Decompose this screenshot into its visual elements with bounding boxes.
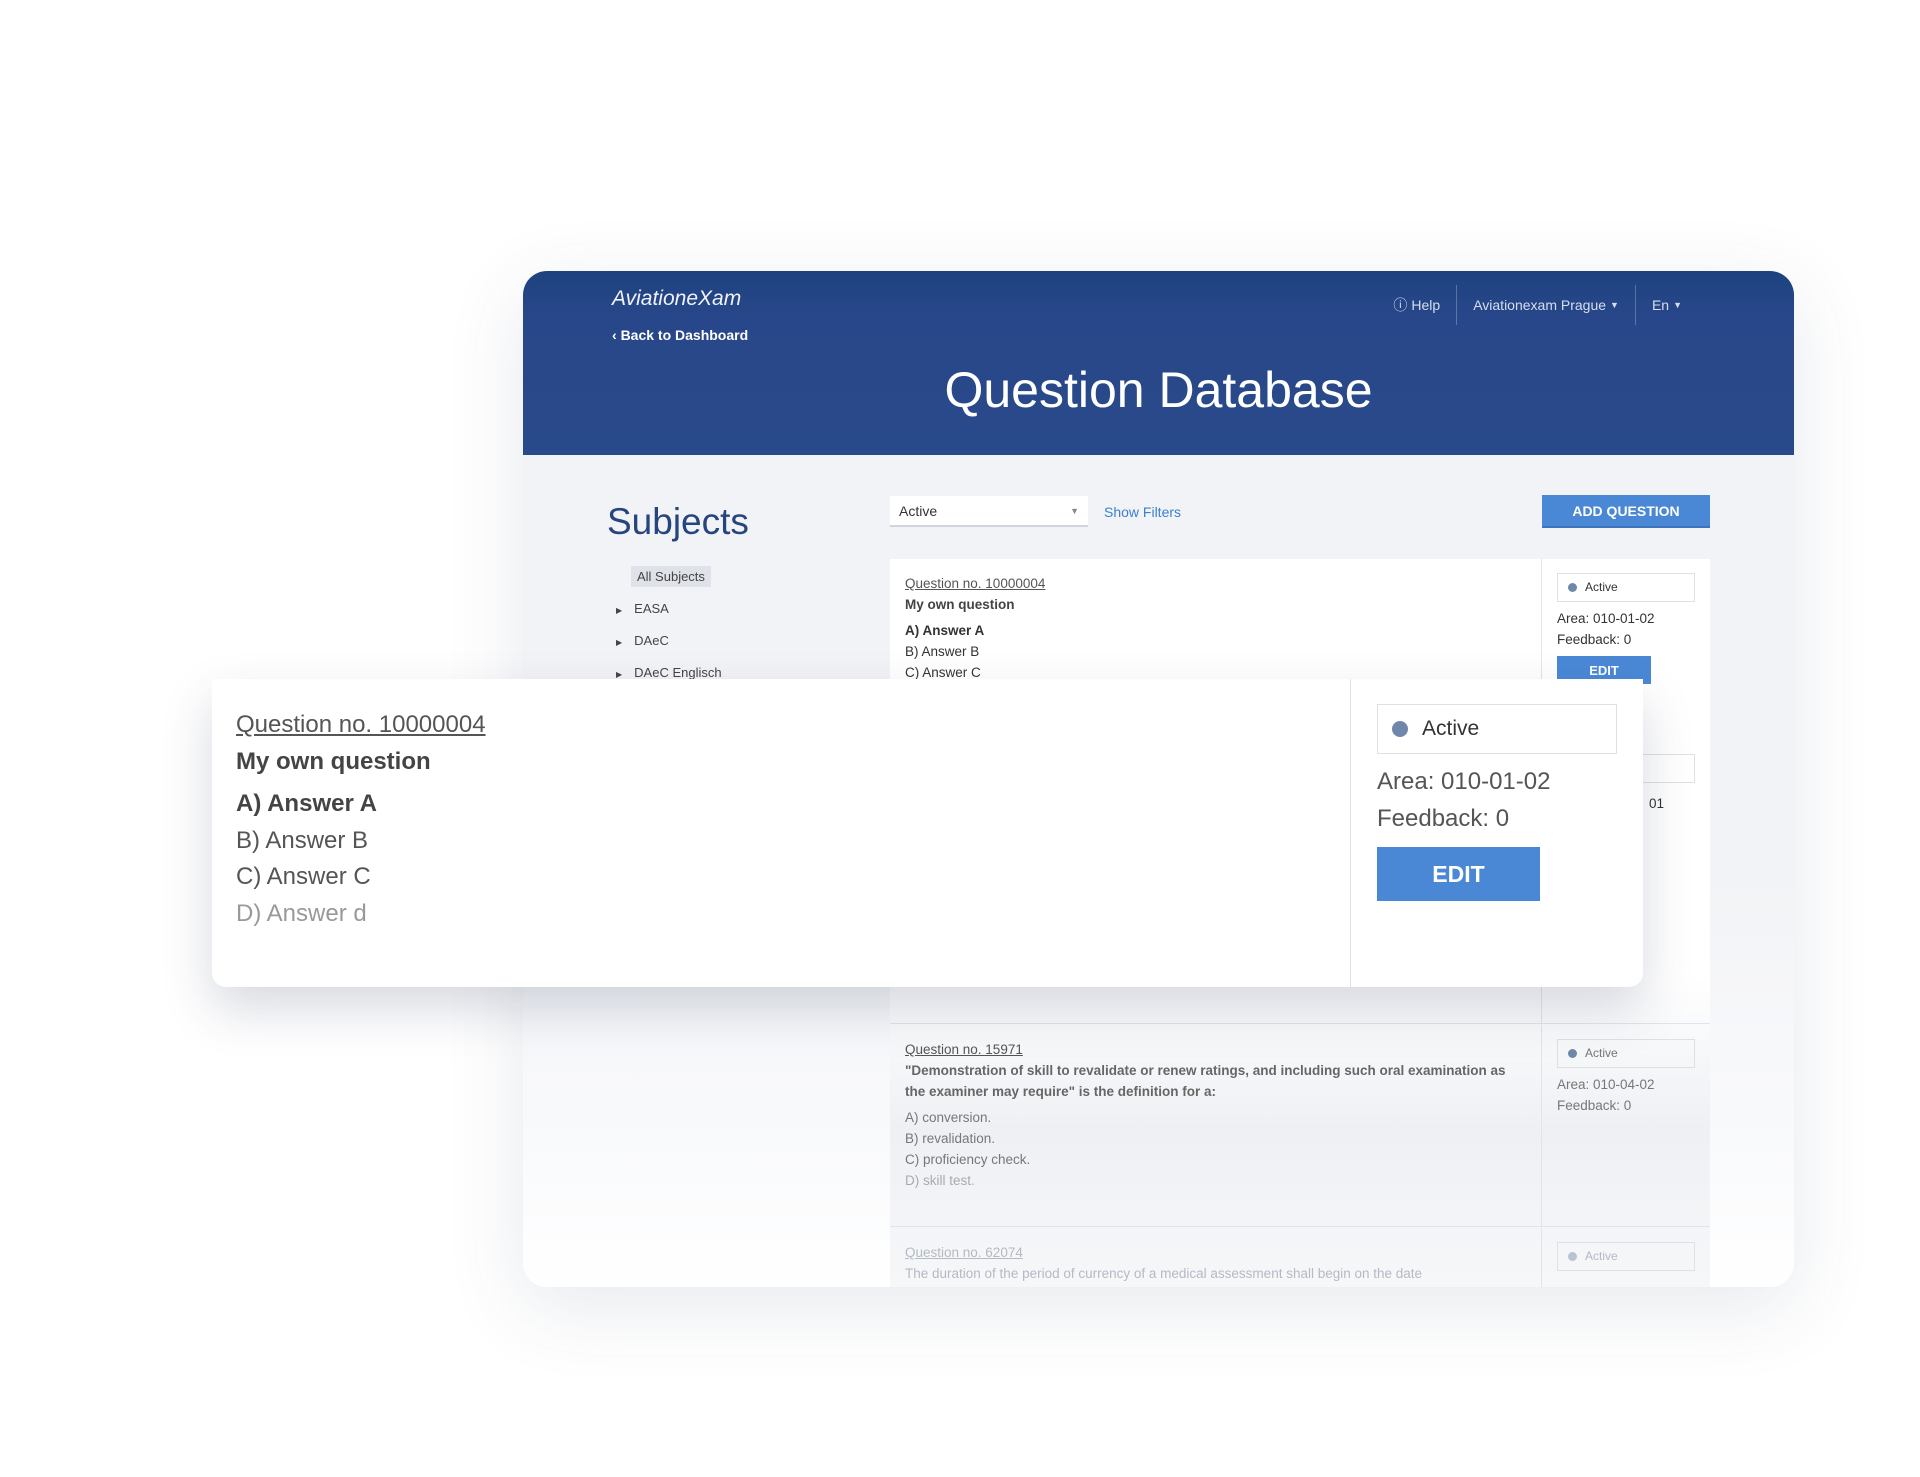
back-to-dashboard-link[interactable]: ‹ Back to Dashboard (612, 327, 748, 343)
caret-down-icon: ▼ (1673, 300, 1682, 310)
question-text: "Demonstration of skill to revalidate or… (905, 1063, 1506, 1099)
question-number-link[interactable]: Question no. 10000004 (905, 573, 1525, 594)
subject-easa[interactable]: ▶ EASA (616, 601, 669, 616)
answer: C) proficiency check. (905, 1152, 1031, 1167)
status-select[interactable]: Active ▼ (890, 496, 1088, 527)
question-number-link[interactable]: Question no. 62074 (905, 1242, 1525, 1263)
question-card-zoomed: Question no. 10000004 My own question A)… (212, 679, 1643, 987)
chevron-left-icon: ‹ (612, 327, 621, 343)
caret-right-icon: ▶ (616, 638, 623, 647)
answer: A) Answer A (236, 790, 377, 817)
logo[interactable]: AviationeXam (612, 287, 741, 311)
page-title: Question Database (944, 362, 1373, 418)
status-badge: Active (1377, 704, 1617, 754)
subjects-title: Subjects (607, 501, 749, 542)
answer: C) Answer C (236, 863, 371, 890)
add-question-button[interactable]: ADD QUESTION (1542, 495, 1710, 528)
caret-right-icon: ▶ (616, 606, 623, 615)
feedback-label: Feedback: 0 (1377, 804, 1510, 832)
area-label: 01 (1649, 796, 1665, 811)
caret-down-icon: ▼ (1070, 506, 1079, 516)
top-nav: ⓘ Help Aviationexam Prague ▼ En ▼ (1377, 285, 1698, 325)
answer: B) Answer B (236, 826, 369, 854)
org-dropdown[interactable]: Aviationexam Prague ▼ (1456, 285, 1635, 325)
question-row: Question no. 15971 "Demonstration of ski… (890, 1025, 1710, 1227)
language-dropdown[interactable]: En ▼ (1634, 285, 1698, 325)
status-dot-icon (1568, 1252, 1577, 1261)
subject-daec-englisch[interactable]: ▶ DAeC Englisch (616, 665, 722, 680)
caret-down-icon: ▼ (1610, 300, 1619, 310)
edit-button[interactable]: EDIT (1377, 847, 1540, 901)
area-label: Area: 010-01-02 (1377, 768, 1551, 795)
answer: A) conversion. (905, 1110, 992, 1125)
status-badge: Active (1557, 1242, 1695, 1271)
answer: B) Answer B (905, 644, 980, 659)
feedback-label: Feedback: 0 (1557, 632, 1632, 647)
status-dot-icon (1392, 721, 1408, 737)
area-label: Area: 010-01-02 (1557, 611, 1655, 626)
header: AviationeXam ‹ Back to Dashboard ⓘ Help A… (523, 271, 1794, 455)
info-icon: ⓘ (1393, 297, 1408, 313)
question-text: The duration of the period of currency o… (905, 1266, 1423, 1281)
caret-right-icon: ▶ (616, 670, 623, 679)
question-text: My own question (236, 747, 431, 775)
answer: D) skill test. (905, 1173, 975, 1188)
question-row: Question no. 62074 The duration of the p… (890, 1228, 1710, 1287)
subject-all[interactable]: All Subjects (631, 566, 711, 587)
status-badge: Active (1557, 573, 1695, 602)
status-badge: Active (1557, 1039, 1695, 1068)
question-number-link[interactable]: Question no. 10000004 (236, 707, 486, 744)
answer: D) Answer d (236, 899, 367, 927)
status-dot-icon (1568, 1049, 1577, 1058)
question-number-link[interactable]: Question no. 15971 (905, 1039, 1525, 1060)
area-label: Area: 010-04-02 (1557, 1077, 1655, 1092)
show-filters-link[interactable]: Show Filters (1104, 504, 1181, 520)
answer: B) revalidation. (905, 1131, 996, 1146)
help-link[interactable]: ⓘ Help (1377, 285, 1456, 325)
feedback-label: Feedback: 0 (1557, 1098, 1632, 1113)
question-text: My own question (905, 597, 1015, 612)
answer: A) Answer A (905, 623, 985, 638)
status-dot-icon (1568, 583, 1577, 592)
subject-daec[interactable]: ▶ DAeC (616, 633, 669, 648)
